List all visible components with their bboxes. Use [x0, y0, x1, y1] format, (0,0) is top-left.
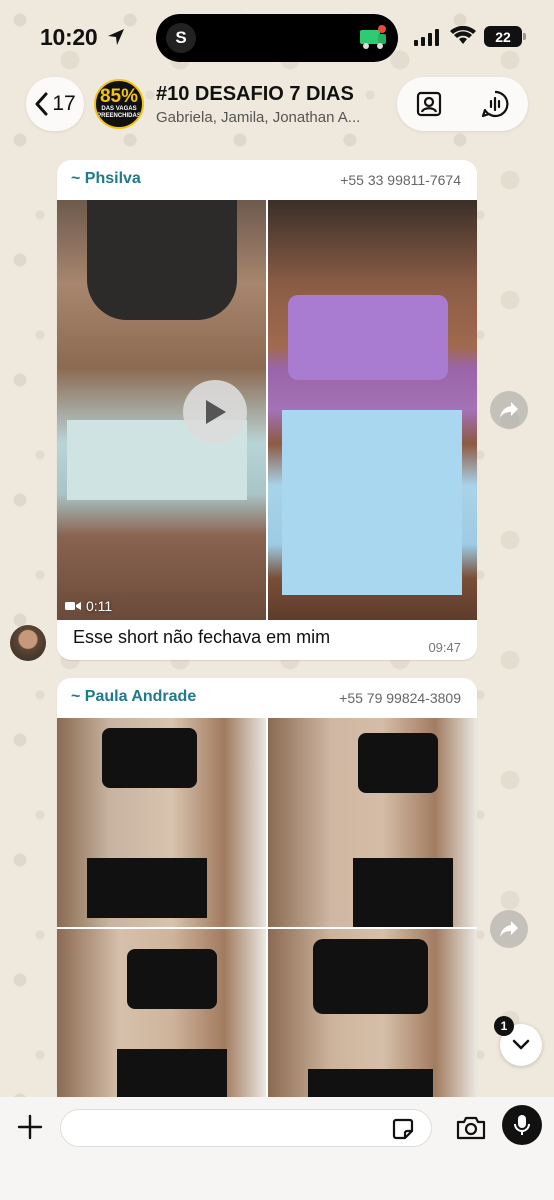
voice-chat-icon[interactable] [481, 90, 509, 118]
microphone-icon [514, 1115, 530, 1135]
video-thumbnail[interactable]: 0:11 [57, 200, 266, 620]
photo-figure-shorts [353, 858, 453, 927]
sender-name[interactable]: ~ Phsilva [71, 170, 141, 188]
group-avatar-text-1: DAS VAGAS [101, 106, 137, 112]
photo-thumbnail[interactable] [268, 929, 477, 1100]
message-input[interactable] [60, 1109, 432, 1147]
status-time: 10:20 [40, 24, 98, 50]
play-icon [206, 400, 226, 424]
microphone-button[interactable] [502, 1105, 542, 1145]
message-input-bar [0, 1097, 554, 1200]
photo-figure-top [102, 728, 197, 788]
message-bubble[interactable]: ~ Phsilva +55 33 99811-7674 0:11 Esse sh… [57, 160, 477, 660]
wifi-icon [450, 26, 476, 44]
photo-figure-top [313, 939, 428, 1014]
plus-icon[interactable] [16, 1113, 44, 1141]
photo-figure-shorts [308, 1069, 433, 1100]
sender-name[interactable]: ~ Paula Andrade [71, 688, 196, 706]
camera-icon[interactable] [455, 1115, 487, 1141]
unread-badge: 1 [494, 1016, 514, 1036]
header-actions [397, 77, 528, 131]
group-avatar-percent: 85% [99, 86, 139, 107]
battery-icon: 22 [484, 26, 526, 47]
play-button[interactable] [183, 380, 247, 444]
photo-thumbnail[interactable] [268, 200, 477, 620]
photo-figure-shorts [87, 858, 207, 918]
photo-figure-top [87, 200, 237, 320]
photo-thumbnail[interactable] [268, 718, 477, 927]
photo-figure-shorts [282, 410, 462, 595]
group-title: #10 DESAFIO 7 DIAS [156, 83, 354, 105]
video-camera-icon [65, 602, 81, 610]
group-members: Gabriela, Jamila, Jonathan A... [156, 109, 361, 126]
photo-figure-top [127, 949, 217, 1009]
location-arrow-icon [108, 29, 124, 45]
forward-arrow-icon [500, 402, 518, 418]
delivery-truck-icon [360, 25, 386, 49]
video-duration: 0:11 [65, 598, 112, 614]
photo-thumbnail[interactable] [57, 929, 266, 1100]
chevron-down-icon [512, 1039, 530, 1050]
forward-arrow-icon [500, 921, 518, 937]
unread-chats-count: 17 [52, 92, 76, 115]
message-time: 09:47 [428, 640, 461, 655]
contact-card-icon[interactable] [415, 90, 443, 118]
group-avatar: 85% DAS VAGAS PREENCHIDAS [94, 79, 144, 129]
island-app-letter: S [166, 23, 196, 53]
forward-button[interactable] [490, 910, 528, 948]
photo-thumbnail[interactable] [57, 718, 266, 927]
dynamic-island: S [156, 14, 398, 62]
sender-phone: +55 33 99811-7674 [340, 172, 461, 188]
sender-avatar[interactable] [10, 625, 46, 661]
back-button[interactable]: 17 [26, 77, 84, 131]
group-avatar-text-2: PREENCHIDAS [97, 113, 141, 119]
video-duration-text: 0:11 [86, 598, 113, 614]
sender-phone: +55 79 99824-3809 [339, 690, 461, 706]
photo-figure-top [358, 733, 438, 793]
chevron-left-icon [35, 92, 48, 116]
forward-button[interactable] [490, 391, 528, 429]
photo-figure-shorts [117, 1049, 227, 1100]
message-bubble[interactable]: ~ Paula Andrade +55 79 99824-3809 [57, 678, 477, 1100]
sticker-icon[interactable] [390, 1116, 416, 1142]
photo-figure-top [288, 295, 448, 380]
message-caption: Esse short não fechava em mim [73, 627, 331, 647]
status-bar: 10:20 S 22 [0, 0, 554, 72]
cellular-signal-icon [414, 28, 439, 46]
group-info-header[interactable]: 85% DAS VAGAS PREENCHIDAS #10 DESAFIO 7 … [88, 77, 388, 131]
